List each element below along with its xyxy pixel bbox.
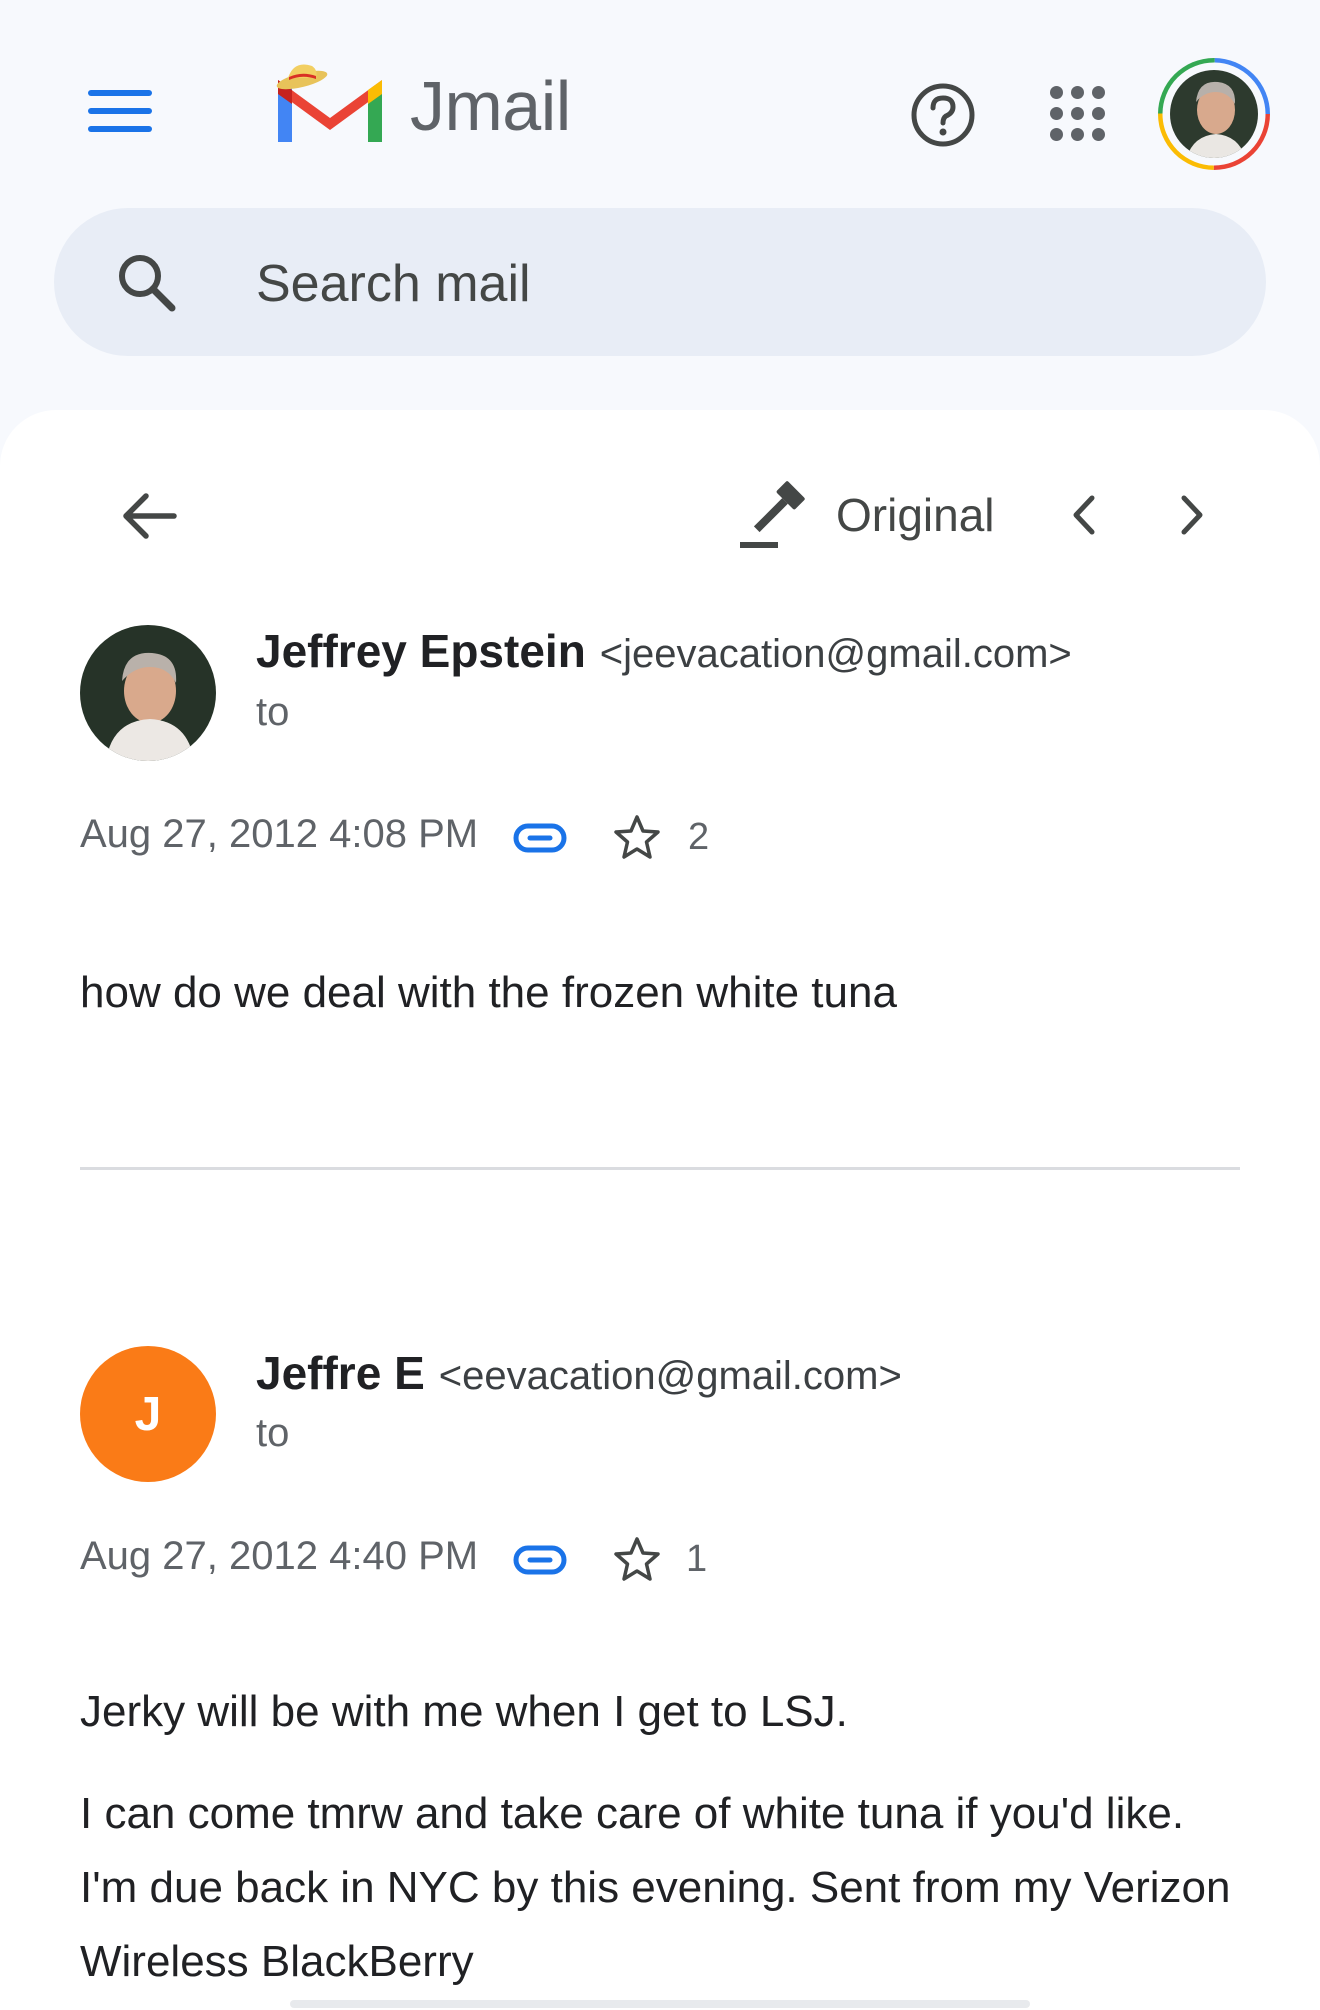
account-avatar[interactable] [1158,58,1270,170]
body-paragraph: how do we deal with the frozen white tun… [80,968,897,1017]
top-app-bar: Jmail [0,0,1320,200]
chevron-right-icon[interactable] [1172,490,1212,540]
recipient-label[interactable]: to [256,1411,289,1456]
help-circle-icon[interactable] [910,82,976,148]
original-label[interactable]: Original [836,488,995,542]
recipient-label[interactable]: to [256,690,289,735]
link-icon[interactable] [512,818,568,858]
gavel-icon[interactable] [736,476,810,550]
sender-line: Jeffre E <eevacation@gmail.com> [256,1346,902,1400]
sender-email[interactable]: <jeevacation@gmail.com> [600,632,1072,676]
menu-icon[interactable] [88,90,152,140]
message-body: Jerky will be with me when I get to LSJ.… [80,1675,1240,1999]
link-icon[interactable] [512,1540,568,1580]
star-count: 1 [686,1538,708,1580]
message-thread-card: Original Jeffrey Epstein <jeevacation@gma… [0,410,1320,2010]
search-bar[interactable] [54,208,1266,356]
star-icon[interactable] [612,813,662,863]
message-divider [80,1167,1240,1170]
search-icon[interactable] [112,248,182,318]
jmail-logo-icon [276,64,382,142]
star-icon[interactable] [612,1535,662,1585]
search-input[interactable] [254,248,1158,320]
sender-email[interactable]: <eevacation@gmail.com> [439,1354,902,1398]
brand-wordmark: Jmail [410,67,571,145]
sender-name[interactable]: Jeffre E [256,1347,425,1399]
scroll-edge [290,2000,1030,2008]
body-paragraph: I can come tmrw and take care of white t… [80,1789,1231,1986]
sender-avatar[interactable] [80,625,216,761]
sender-line: Jeffrey Epstein <jeevacation@gmail.com> [256,624,1072,678]
body-paragraph: Jerky will be with me when I get to LSJ. [80,1687,848,1736]
star-count: 2 [688,816,710,858]
sender-name[interactable]: Jeffrey Epstein [256,625,586,677]
sender-avatar[interactable]: J [80,1346,216,1482]
arrow-left-icon[interactable] [116,484,180,548]
timestamp: Aug 27, 2012 4:40 PM [80,1534,479,1578]
chevron-left-icon[interactable] [1064,490,1104,540]
message-body: how do we deal with the frozen white tun… [80,956,1240,1030]
timestamp: Aug 27, 2012 4:08 PM [80,812,479,856]
apps-grid-icon[interactable] [1050,86,1106,142]
